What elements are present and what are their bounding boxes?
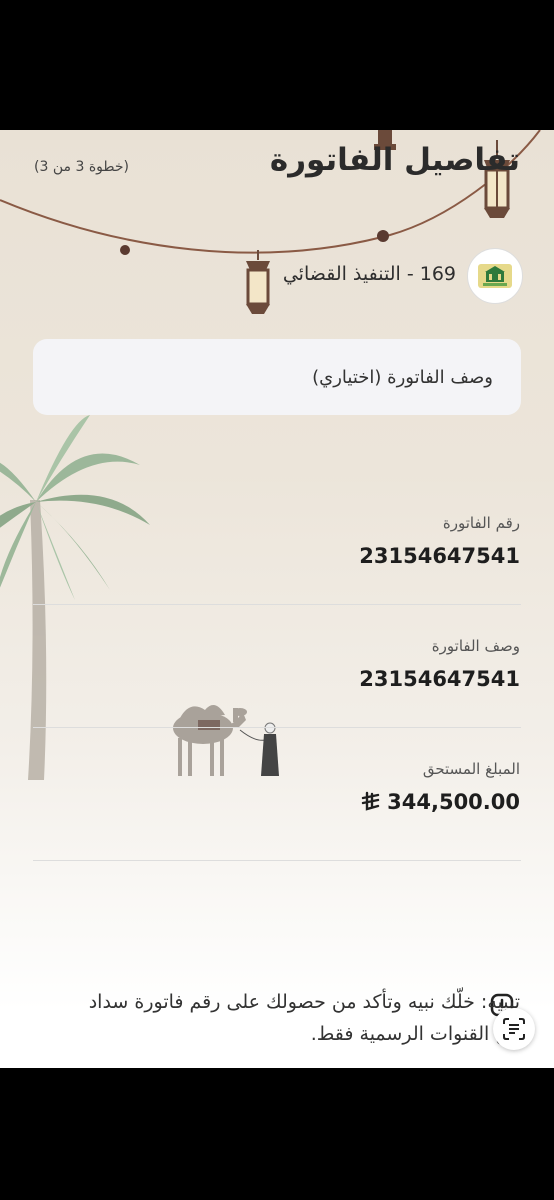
amount-due-field: المبلغ المستحق 344,500.00 [359,760,520,814]
invoice-number-field: رقم الفاتورة 23154647541 [359,514,520,568]
riyal-symbol-icon [361,791,380,811]
page-title: تفاصيل الفاتورة [269,142,520,178]
field-value: 23154647541 [359,544,520,568]
lantern-icon [246,250,270,314]
field-label: المبلغ المستحق [422,760,520,778]
divider [33,860,521,861]
screen: تفاصيل الفاتورة (خطوة 3 من 3) 169 - التن… [0,130,554,1068]
field-value: 23154647541 [359,667,520,691]
divider [33,727,521,728]
invoice-description-field: وصف الفاتورة 23154647541 [359,637,520,691]
divider [33,604,521,605]
biller-name: 169 - التنفيذ القضائي [282,263,456,285]
warning-notice: تنبيه: خلّك نبيه وتأكد من حصولك على رقم … [88,991,520,1045]
invoice-description-placeholder: وصف الفاتورة (اختياري) [312,366,493,388]
man-figure-icon [261,722,279,776]
text-scan-icon [503,1018,525,1040]
biller-logo [467,248,523,304]
invoice-description-input[interactable]: وصف الفاتورة (اختياري) [33,339,521,415]
step-indicator: (خطوة 3 من 3) [34,159,129,175]
camel-icon [173,705,247,776]
text-scan-button[interactable] [493,1008,535,1050]
amount-text: 344,500.00 [387,790,520,814]
biller-logo-icon [478,264,512,288]
amount-value: 344,500.00 [359,790,520,814]
field-label: وصف الفاتورة [431,637,520,655]
field-label: رقم الفاتورة [442,514,520,532]
palm-tree-icon [0,415,150,780]
